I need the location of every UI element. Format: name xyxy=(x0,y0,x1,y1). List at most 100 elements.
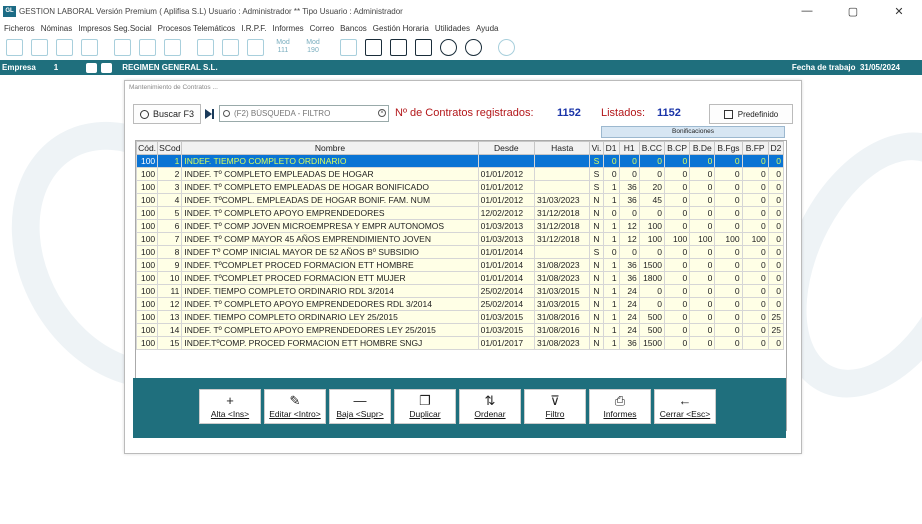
menu-nominas[interactable]: Nóminas xyxy=(41,24,73,33)
table-row[interactable]: 100 5 INDEF. Tº COMPLETO APOYO EMPRENDEDOR… xyxy=(136,206,785,220)
chat-icon[interactable] xyxy=(440,39,457,56)
cell-h1: 24 xyxy=(618,310,640,324)
monitor-icon[interactable] xyxy=(390,39,407,56)
document-a-icon[interactable] xyxy=(139,39,156,56)
file-icon[interactable] xyxy=(197,39,214,56)
cerrar-button[interactable]: ← Cerrar <Esc> xyxy=(654,389,716,424)
cell-d2: 0 xyxy=(767,284,785,298)
cell-bfgs: 0 xyxy=(714,180,743,194)
calculator-icon[interactable] xyxy=(415,39,432,56)
col-hasta[interactable]: Hasta xyxy=(534,141,591,155)
menu-correo[interactable]: Correo xyxy=(310,24,334,33)
col-bfgs[interactable]: B.Fgs xyxy=(714,141,743,155)
informes-button[interactable]: ⎙ Informes xyxy=(589,389,651,424)
mod-190-icon[interactable]: Mod 190 xyxy=(302,39,324,56)
duplicar-label: Duplicar xyxy=(409,409,441,419)
power-icon[interactable] xyxy=(498,39,515,56)
cell-cod: 100 xyxy=(136,258,159,272)
cell-d1: 0 xyxy=(602,206,620,220)
window-title: GESTION LABORAL Versión Premium ( Aplifi… xyxy=(19,6,403,16)
col-bde[interactable]: B.De xyxy=(689,141,716,155)
table-row[interactable]: 100 13 INDEF. TIEMPO COMPLETO ORDINARIO LE… xyxy=(136,310,785,324)
employees-icon[interactable] xyxy=(31,39,48,56)
cell-hasta xyxy=(534,180,591,194)
calendar-icon[interactable] xyxy=(365,39,382,56)
duplicar-button[interactable]: ❐ Duplicar xyxy=(394,389,456,424)
table-row[interactable]: 100 11 INDEF. TIEMPO COMPLETO ORDINARIO RD… xyxy=(136,284,785,298)
cell-bde: 0 xyxy=(689,219,716,233)
file-edit-icon[interactable] xyxy=(222,39,239,56)
table-row[interactable]: 100 12 INDEF. Tº COMPLETO APOYO EMPRENDEDO… xyxy=(136,297,785,311)
menu-informes[interactable]: Informes xyxy=(273,24,304,33)
table-row[interactable]: 100 8 INDEF Tº COMP INICIAL MAYOR DE 52 AÑ… xyxy=(136,245,785,259)
minimize-icon[interactable]: — xyxy=(784,0,830,22)
ordenar-label: Ordenar xyxy=(474,409,506,419)
cell-desde: 01/03/2015 xyxy=(477,310,536,324)
buscar-button[interactable]: Buscar F3 xyxy=(133,104,201,124)
col-scod[interactable]: SCod xyxy=(157,141,183,155)
table-row[interactable]: 100 4 INDEF. TºCOMPL. EMPLEADAS DE HOGAR B… xyxy=(136,193,785,207)
predefinido-button[interactable]: Predefinido xyxy=(709,104,793,124)
table-row[interactable]: 100 14 INDEF. Tº COMPLETO APOYO EMPRENDEDO… xyxy=(136,323,785,337)
company-folder-icon[interactable] xyxy=(101,62,113,73)
work-date: Fecha de trabajo 31/05/2024 xyxy=(791,63,900,72)
handshake-icon[interactable] xyxy=(81,39,98,56)
menu-ficheros[interactable]: Ficheros xyxy=(4,24,35,33)
col-bcp[interactable]: B.CP xyxy=(663,141,691,155)
table-row[interactable]: 100 9 INDEF. TºCOMPLET PROCED FORMACION ET… xyxy=(136,258,785,272)
cell-bde: 0 xyxy=(689,206,716,220)
menu-ayuda[interactable]: Ayuda xyxy=(476,24,499,33)
menu-irpf[interactable]: I.R.P.F. xyxy=(241,24,266,33)
help-icon[interactable] xyxy=(465,39,482,56)
col-bfp[interactable]: B.FP xyxy=(741,141,769,155)
company-select-icon[interactable] xyxy=(86,62,98,73)
grid-icon[interactable] xyxy=(6,39,23,56)
cell-nombre: INDEF. TIEMPO COMPLETO ORDINARIO RDL 3/2… xyxy=(181,284,479,298)
document-icon[interactable] xyxy=(114,39,131,56)
table-row[interactable]: 100 7 INDEF. Tº COMP MAYOR 45 AÑOS EMPREND… xyxy=(136,232,785,246)
table-row[interactable]: 100 3 INDEF. Tº COMPLETO EMPLEADAS DE HOGA… xyxy=(136,180,785,194)
ordenar-button[interactable]: ⇅ Ordenar xyxy=(459,389,521,424)
menu-procesos[interactable]: Procesos Telemáticos xyxy=(158,24,236,33)
cell-h1: 36 xyxy=(618,258,640,272)
cell-bde: 0 xyxy=(689,193,716,207)
menu-gestion-horaria[interactable]: Gestión Horaria xyxy=(373,24,429,33)
alta-button[interactable]: + Alta <Ins> xyxy=(199,389,261,424)
cell-vi: N xyxy=(589,193,604,207)
close-icon[interactable]: ✕ xyxy=(876,0,922,22)
mail-icon[interactable] xyxy=(164,39,181,56)
baja-button[interactable]: — Baja <Supr> xyxy=(329,389,391,424)
file-list-icon[interactable] xyxy=(247,39,264,56)
menu-utilidades[interactable]: Utilidades xyxy=(435,24,470,33)
col-desde[interactable]: Desde xyxy=(477,141,536,155)
cell-bfp: 0 xyxy=(741,336,769,350)
menu-bancos[interactable]: Bancos xyxy=(340,24,367,33)
table-row[interactable]: 100 10 INDEF. TºCOMPLET PROCED FORMACION E… xyxy=(136,271,785,285)
col-cod[interactable]: Cód. xyxy=(136,141,159,155)
col-d2[interactable]: D2 xyxy=(767,141,785,155)
play-icon[interactable] xyxy=(205,109,212,119)
report-icon[interactable] xyxy=(340,39,357,56)
search-input[interactable] xyxy=(219,105,389,122)
maximize-icon[interactable]: ▢ xyxy=(830,0,876,22)
col-nombre[interactable]: Nombre xyxy=(181,141,479,155)
clear-icon[interactable]: × xyxy=(378,109,386,117)
editar-button[interactable]: ✎ Editar <Intro> xyxy=(264,389,326,424)
col-d1[interactable]: D1 xyxy=(602,141,620,155)
cell-bcp: 0 xyxy=(663,180,691,194)
table-row[interactable]: 100 15 INDEF.TºCOMP. PROCED FORMACION ETT … xyxy=(136,336,785,350)
filtro-button[interactable]: ⊽ Filtro xyxy=(524,389,586,424)
cell-bcc: 0 xyxy=(638,206,665,220)
menu-impresos[interactable]: Impresos Seg.Social xyxy=(78,24,151,33)
cell-scod: 15 xyxy=(157,336,183,350)
mod-111-icon[interactable]: Mod 111 xyxy=(272,39,294,56)
upload-icon[interactable] xyxy=(56,39,73,56)
cell-bde: 0 xyxy=(689,180,716,194)
col-bcc[interactable]: B.CC xyxy=(638,141,665,155)
col-vi[interactable]: Vi. xyxy=(589,141,604,155)
table-row[interactable]: 100 6 INDEF. Tº COMP JOVEN MICROEMPRESA Y … xyxy=(136,219,785,233)
cell-nombre: INDEF. Tº COMPLETO EMPLEADAS DE HOGAR BO… xyxy=(181,180,479,194)
table-row[interactable]: 100 1 INDEF. TIEMPO COMPLETO ORDINARIO S 0 0 0… xyxy=(136,154,785,168)
table-row[interactable]: 100 2 INDEF. Tº COMPLETO EMPLEADAS DE HOGA… xyxy=(136,167,785,181)
col-h1[interactable]: H1 xyxy=(618,141,640,155)
